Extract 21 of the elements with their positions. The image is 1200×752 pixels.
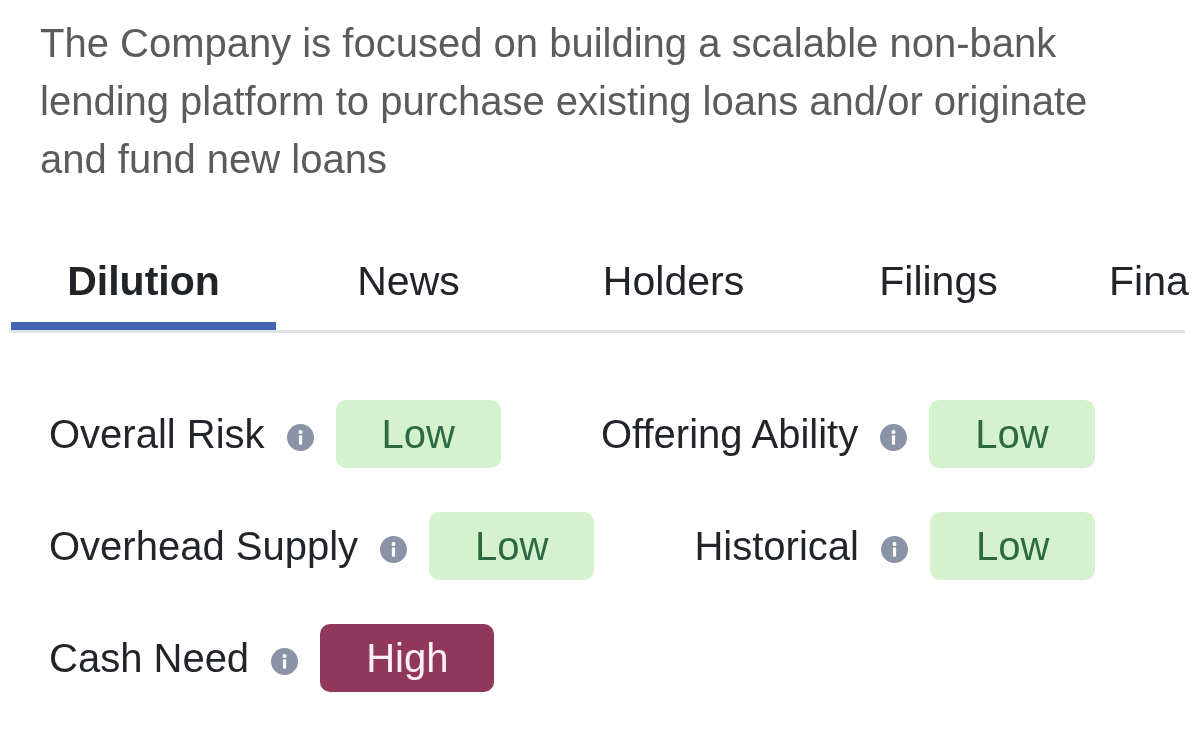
metric-label: Offering Ability xyxy=(601,411,859,457)
rating-badge: Low xyxy=(335,400,501,468)
info-icon[interactable] xyxy=(880,535,908,563)
company-description: The Company is focused on building a scalable non-bank lending platform to purchase existing loans and/or originate and fund new loans xyxy=(40,20,1089,183)
info-icon[interactable] xyxy=(286,423,314,451)
info-icon[interactable] xyxy=(380,535,408,563)
info-icon[interactable] xyxy=(271,647,299,675)
tab[interactable]: Holders xyxy=(541,240,806,330)
tab[interactable]: Fina xyxy=(1071,240,1189,330)
tab[interactable]: Filings xyxy=(806,240,1071,330)
metric-label: Historical xyxy=(694,523,859,569)
metric-label: Overhead Supply xyxy=(49,523,359,569)
rating-badge: Low xyxy=(429,512,595,580)
metric-label: Overall Risk xyxy=(49,411,265,457)
metric-label: Cash Need xyxy=(49,635,250,681)
tab[interactable]: News xyxy=(276,240,541,330)
rating-badge: Low xyxy=(929,512,1096,580)
rating-badge: High xyxy=(320,624,495,692)
tab[interactable]: Dilution xyxy=(11,240,276,330)
rating-badge: Low xyxy=(929,400,1095,468)
info-icon[interactable] xyxy=(880,423,908,451)
